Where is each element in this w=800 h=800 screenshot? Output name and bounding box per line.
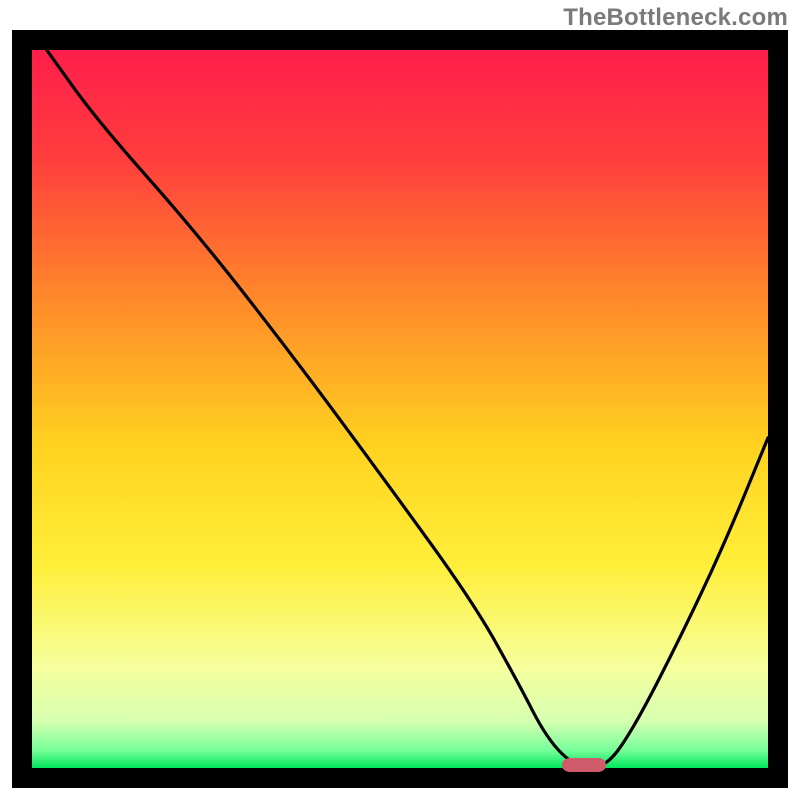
watermark-text: TheBottleneck.com bbox=[563, 4, 788, 32]
optimum-marker bbox=[562, 758, 606, 772]
plot-area bbox=[32, 50, 768, 768]
chart-container: TheBottleneck.com bbox=[0, 0, 800, 800]
bottleneck-chart bbox=[0, 0, 800, 800]
